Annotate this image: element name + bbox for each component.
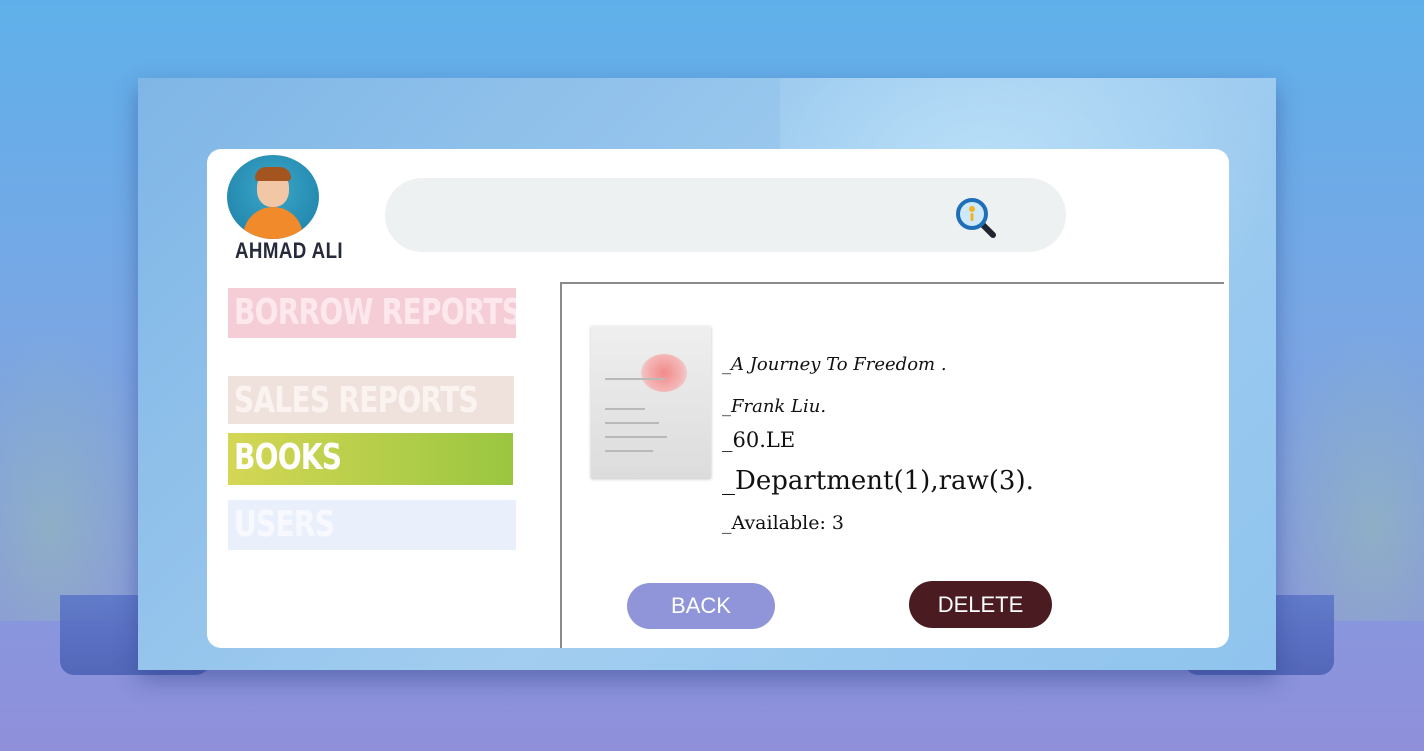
delete-button[interactable]: DELETE bbox=[909, 581, 1052, 628]
nav-label: SALES REPORTS bbox=[234, 380, 479, 421]
book-price: _60.LE bbox=[722, 428, 796, 452]
nav-item-sales-reports[interactable]: SALES REPORTS bbox=[228, 376, 514, 424]
back-button[interactable]: BACK bbox=[627, 583, 775, 629]
book-location: _Department(1),raw(3). bbox=[722, 466, 1034, 496]
user-name: AHMAD ALI bbox=[235, 238, 344, 263]
book-title: _A Journey To Freedom . bbox=[722, 354, 947, 375]
nav-item-books[interactable]: BOOKS bbox=[228, 433, 513, 485]
nav-item-borrow-reports[interactable]: BORROW REPORTS bbox=[228, 288, 516, 338]
nav-label: BOOKS bbox=[234, 437, 342, 478]
avatar bbox=[227, 155, 319, 239]
nav-label: BORROW REPORTS bbox=[234, 292, 516, 333]
book-availability: _Available: 3 bbox=[722, 512, 845, 534]
book-author: _Frank Liu. bbox=[722, 396, 827, 417]
search-icon bbox=[956, 198, 996, 238]
nav-label: USERS bbox=[234, 504, 335, 545]
nav-item-users[interactable]: USERS bbox=[228, 500, 516, 550]
plant-right-decoration bbox=[1254, 321, 1424, 621]
book-cover-image bbox=[591, 326, 711, 478]
search-button[interactable] bbox=[953, 195, 999, 241]
